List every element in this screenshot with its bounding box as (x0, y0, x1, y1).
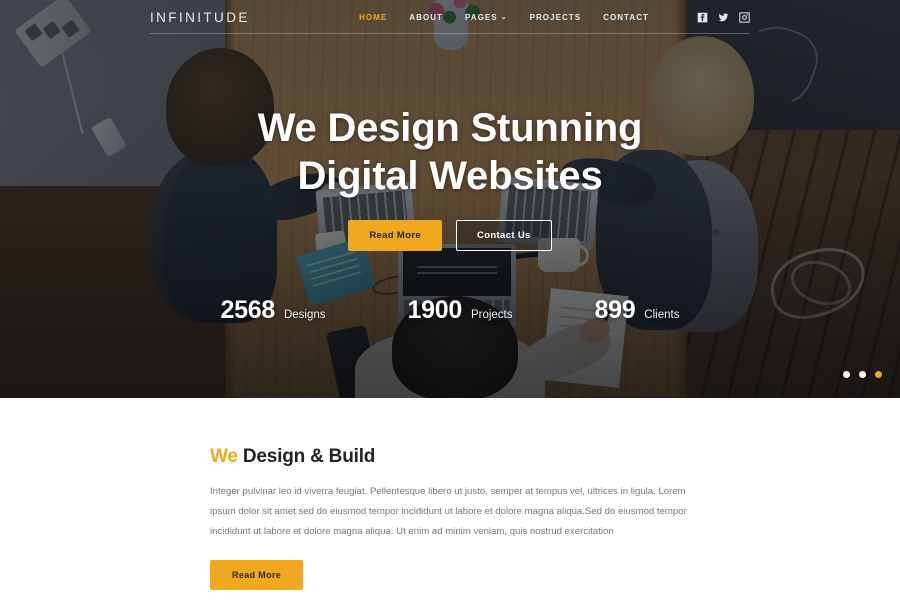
nav-item-home[interactable]: HOME (359, 13, 387, 22)
nav-item-about[interactable]: ABOUT (409, 13, 443, 22)
slider-dot-3[interactable] (875, 371, 882, 378)
nav-item-contact[interactable]: CONTACT (603, 13, 649, 22)
slider-dot-2[interactable] (859, 371, 866, 378)
nav-label-about: ABOUT (409, 12, 443, 22)
header-divider (150, 33, 750, 34)
facebook-icon[interactable] (697, 12, 708, 23)
hero-content: We Design Stunning Digital Websites Read… (0, 0, 900, 398)
slider-dot-1[interactable] (843, 371, 850, 378)
hero-section: INFINITUDE HOME ABOUT PAGES ⌄ PROJECTS CO… (0, 0, 900, 398)
social-links (697, 11, 750, 23)
about-title-highlight: We (210, 446, 238, 467)
twitter-icon[interactable] (718, 12, 729, 23)
site-header: INFINITUDE HOME ABOUT PAGES ⌄ PROJECTS CO… (0, 0, 900, 34)
about-button-wrap: Read More (210, 560, 304, 590)
site-logo[interactable]: INFINITUDE (150, 10, 250, 25)
hero-read-more-button[interactable]: Read More (348, 220, 443, 251)
nav-label-contact: CONTACT (603, 12, 649, 22)
nav-item-projects[interactable]: PROJECTS (530, 13, 582, 22)
instagram-icon[interactable] (739, 11, 750, 23)
chevron-down-icon: ⌄ (500, 13, 508, 21)
hero-buttons: Read More Contact Us (348, 220, 552, 251)
about-read-more-button[interactable]: Read More (210, 560, 304, 590)
hero-contact-us-button[interactable]: Contact Us (456, 220, 552, 251)
nav-label-pages: PAGES (465, 12, 498, 22)
hero-title-line-1: We Design Stunning (257, 106, 643, 150)
about-section: We Design & Build Integer pulvinar leo i… (0, 398, 900, 600)
main-navigation: HOME ABOUT PAGES ⌄ PROJECTS CONTACT (359, 11, 750, 23)
nav-label-home: HOME (359, 12, 388, 22)
hero-title-line-2: Digital Websites (297, 154, 603, 198)
about-title-rest: Design & Build (242, 446, 376, 467)
slider-pagination (843, 371, 882, 378)
about-title: We Design & Build (210, 446, 690, 468)
hero-title: We Design Stunning Digital Websites (258, 104, 643, 200)
nav-label-projects: PROJECTS (529, 12, 582, 22)
about-paragraph: Integer pulvinar leo id viverra feugiat.… (210, 486, 687, 537)
nav-item-pages[interactable]: PAGES ⌄ (465, 13, 508, 22)
